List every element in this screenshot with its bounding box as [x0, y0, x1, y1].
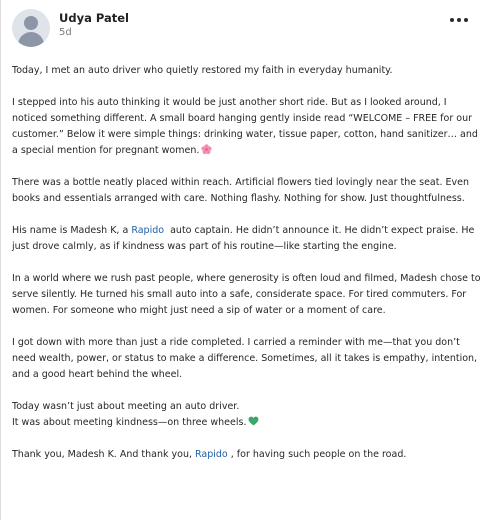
more-options-icon[interactable] — [450, 15, 470, 25]
post-card: Udya Patel 5d Today, I met an auto drive… — [0, 0, 488, 520]
more-dot — [450, 18, 454, 22]
author-avatar[interactable] — [12, 9, 50, 47]
paragraph-7-line-2: It was about meeting kindness—on three w… — [12, 417, 247, 428]
more-dot — [464, 18, 468, 22]
avatar-shoulders — [18, 32, 44, 47]
post-body: Today, I met an auto driver who quietly … — [12, 63, 484, 463]
paragraph-6-text: I got down with more than just a ride co… — [12, 337, 478, 380]
paragraph-2: I stepped into his auto thinking it woul… — [12, 95, 484, 159]
paragraph-4-text-start: His name is Madesh K, a — [12, 225, 132, 236]
paragraph-4: His name is Madesh K, a Rapido auto capt… — [12, 223, 484, 255]
paragraph-6: I got down with more than just a ride co… — [12, 335, 484, 383]
author-name[interactable]: Udya Patel — [59, 11, 129, 25]
paragraph-1: Today, I met an auto driver who quietly … — [12, 63, 484, 79]
cherry-blossom-icon — [201, 144, 212, 155]
rapido-link[interactable]: Rapido — [131, 225, 164, 236]
paragraph-7: Today wasn’t just about meeting an auto … — [12, 399, 484, 431]
paragraph-2-text: I stepped into his auto thinking it woul… — [12, 97, 478, 156]
post-header: Udya Patel 5d — [12, 9, 482, 49]
paragraph-8-text-end: , for having such people on the road. — [227, 449, 407, 460]
green-heart-icon — [249, 416, 259, 426]
paragraph-7-line-1: Today wasn’t just about meeting an auto … — [12, 401, 240, 412]
paragraph-1-text: Today, I met an auto driver who quietly … — [12, 65, 393, 76]
avatar-head — [24, 16, 38, 30]
paragraph-3: There was a bottle neatly placed within … — [12, 175, 484, 207]
paragraph-8: Thank you, Madesh K. And thank you, Rapi… — [12, 447, 484, 463]
paragraph-5-text: In a world where we rush past people, wh… — [12, 273, 481, 316]
paragraph-8-text-start: Thank you, Madesh K. And thank you, — [12, 449, 196, 460]
paragraph-5: In a world where we rush past people, wh… — [12, 271, 484, 319]
post-time: 5d — [59, 27, 72, 38]
more-dot — [457, 18, 461, 22]
paragraph-3-text: There was a bottle neatly placed within … — [12, 177, 469, 204]
rapido-link-2[interactable]: Rapido — [195, 449, 228, 460]
